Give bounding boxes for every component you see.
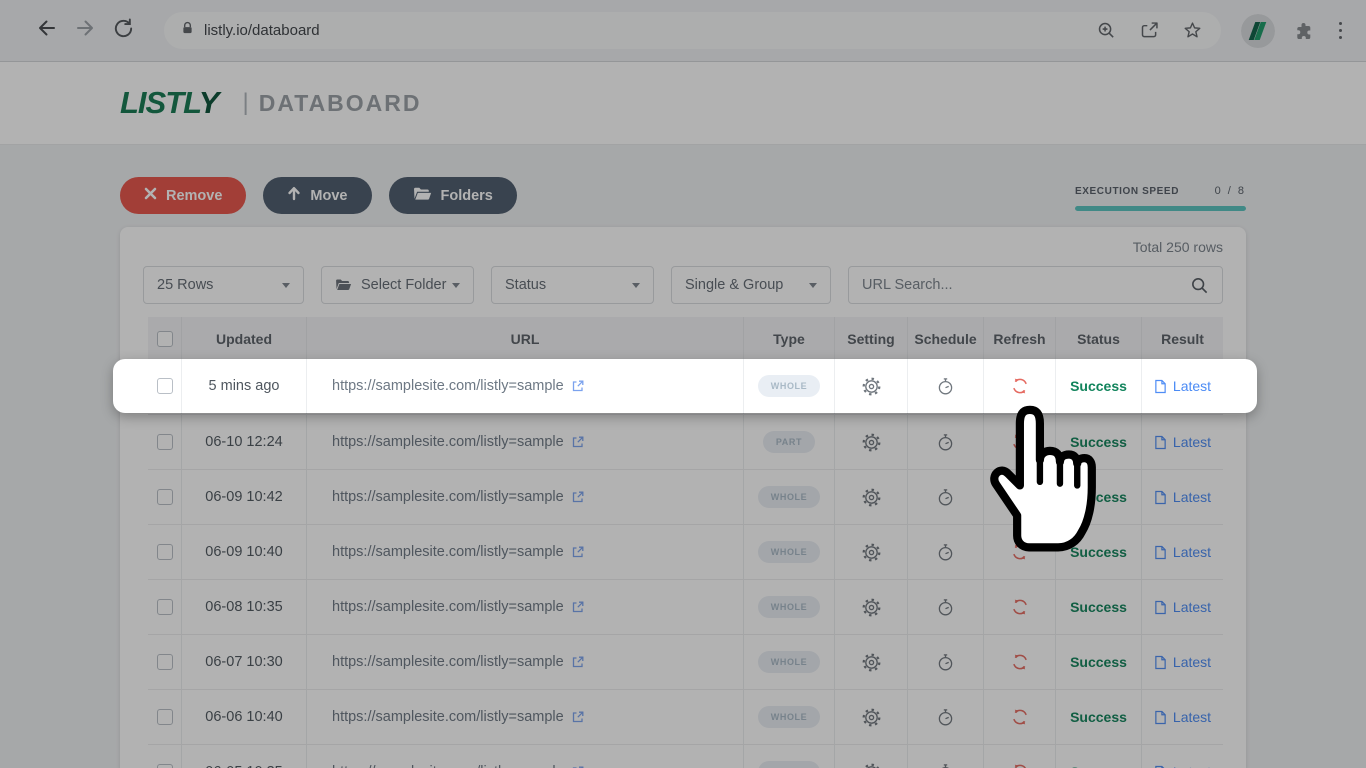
schedule-stopwatch-icon[interactable]: [936, 377, 955, 396]
external-link-icon[interactable]: [571, 379, 585, 393]
type-badge: WHOLE: [758, 375, 821, 397]
row-checkbox[interactable]: [157, 378, 173, 394]
screen: listly.io/databoard LISTLY | DATABOARD R…: [0, 0, 1366, 768]
tutorial-hand-cursor: [978, 400, 1100, 565]
latest-link[interactable]: Latest: [1154, 378, 1211, 394]
updated-cell: 5 mins ago: [182, 359, 307, 413]
url-cell[interactable]: https://samplesite.com/listly=sample: [332, 378, 564, 394]
status-cell: Success: [1070, 378, 1127, 394]
refresh-icon[interactable]: [1010, 376, 1030, 396]
setting-gear-icon[interactable]: [862, 377, 881, 396]
